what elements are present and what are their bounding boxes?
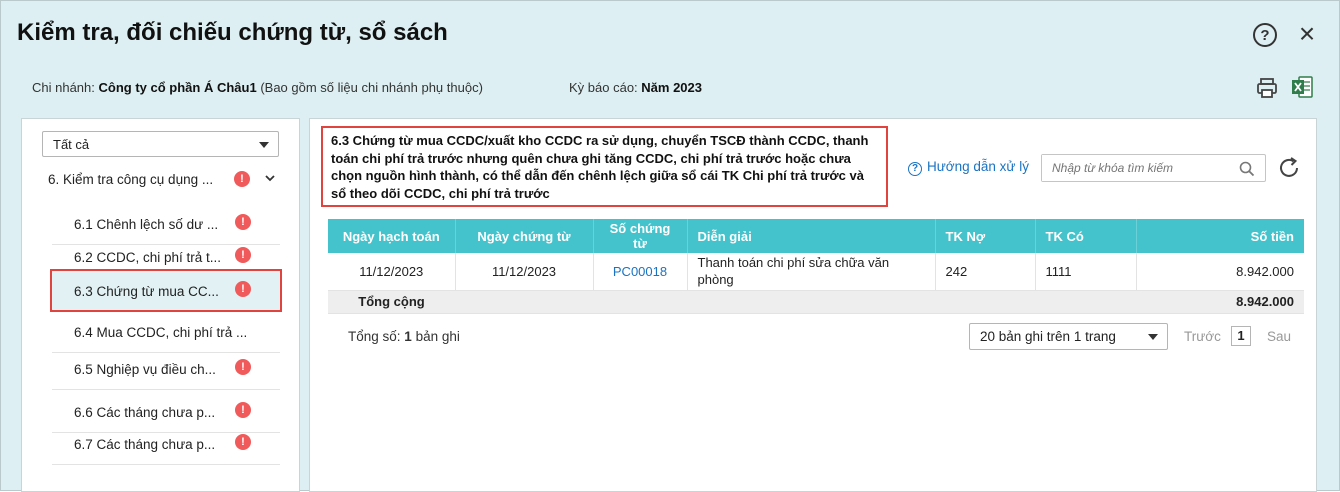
chevron-down-icon (1148, 334, 1158, 340)
main-panel: 6.3 Chứng từ mua CCDC/xuất kho CCDC ra s… (309, 118, 1317, 492)
sidebar-item-label: 6.7 Các tháng chưa p... (74, 437, 216, 452)
branch-info: Chi nhánh: Công ty cổ phần Á Châu1 (Bao … (32, 80, 483, 95)
sidebar-item-6-7[interactable]: 6.7 Các tháng chưa p... ! (52, 422, 280, 465)
table-header-row: Ngày hạch toán Ngày chứng từ Số chứng từ… (328, 219, 1304, 253)
branch-note: (Bao gồm số liệu chi nhánh phụ thuộc) (260, 80, 483, 95)
dialog-title: Kiểm tra, đối chiếu chứng từ, sổ sách (17, 19, 448, 46)
filter-select-value: Tất cả (53, 137, 90, 152)
prev-page-button[interactable]: Trước (1184, 329, 1221, 344)
cell-posting-date: 11/12/2023 (328, 253, 456, 291)
sidebar: Tất cả 6. Kiểm tra công cụ dụng ... ! 6.… (21, 118, 300, 492)
search-box[interactable] (1041, 154, 1266, 182)
cell-voucher-date: 11/12/2023 (455, 253, 594, 291)
sidebar-item-label: 6.2 CCDC, chi phí trả t... (74, 250, 222, 265)
guide-link[interactable]: ? Hướng dẫn xử lý (908, 159, 1029, 176)
guide-label: Hướng dẫn xử lý (927, 159, 1029, 174)
chevron-down-icon (259, 142, 269, 148)
total-value: 8.942.000 (1136, 290, 1304, 314)
sidebar-item-label: 6.4 Mua CCDC, chi phí trả ... (74, 325, 248, 340)
sidebar-item-label: 6.1 Chênh lệch số dư ... (74, 217, 219, 232)
record-count-label: Tổng số: (348, 329, 401, 344)
page-size-select[interactable]: 20 bản ghi trên 1 trang (969, 323, 1168, 350)
cell-debit-account: 242 (935, 253, 1036, 291)
record-count-unit: bản ghi (415, 329, 460, 344)
filter-select[interactable]: Tất cả (42, 131, 279, 157)
total-label: Tổng cộng (328, 290, 455, 314)
results-table: Ngày hạch toán Ngày chứng từ Số chứng từ… (328, 219, 1304, 314)
warning-icon: ! (235, 402, 251, 418)
refresh-icon[interactable] (1276, 155, 1302, 181)
sidebar-item-6-3[interactable]: 6.3 Chứng từ mua CC... ! (50, 269, 282, 312)
col-posting-date[interactable]: Ngày hạch toán (328, 219, 456, 253)
current-page[interactable]: 1 (1231, 326, 1251, 346)
record-count: Tổng số: 1 bản ghi (348, 329, 460, 344)
dialog-window: Kiểm tra, đối chiếu chứng từ, sổ sách ? … (0, 0, 1340, 492)
branch-value: Công ty cổ phần Á Châu1 (98, 80, 257, 95)
sidebar-group-tool-check[interactable]: 6. Kiểm tra công cụ dụng ... ! (48, 171, 288, 193)
sidebar-item-6-5[interactable]: 6.5 Nghiệp vụ điều ch... ! (52, 347, 280, 390)
warning-icon: ! (234, 171, 250, 187)
sidebar-item-label: 6.5 Nghiệp vụ điều ch... (74, 362, 216, 377)
total-row: Tổng cộng 8.942.000 (328, 290, 1304, 314)
warning-icon: ! (235, 214, 251, 230)
period-info: Kỳ báo cáo: Năm 2023 (569, 80, 702, 95)
col-voucher-date[interactable]: Ngày chứng từ (455, 219, 594, 253)
sidebar-item-label: 6.3 Chứng từ mua CC... (74, 284, 219, 299)
print-icon[interactable] (1256, 77, 1278, 99)
col-description[interactable]: Diễn giải (687, 219, 936, 253)
branch-label: Chi nhánh: (32, 80, 95, 95)
cell-credit-account: 1111 (1035, 253, 1137, 291)
page-size-value: 20 bản ghi trên 1 trang (980, 329, 1116, 344)
col-voucher-no[interactable]: Số chứng từ (593, 219, 688, 253)
cell-amount: 8.942.000 (1136, 253, 1304, 291)
sidebar-group-label: 6. Kiểm tra công cụ dụng ... (48, 172, 214, 187)
period-value: Năm 2023 (641, 80, 702, 95)
warning-icon: ! (235, 247, 251, 263)
voucher-link[interactable]: PC00018 (613, 264, 667, 279)
warning-icon: ! (235, 281, 251, 297)
record-count-value: 1 (404, 329, 412, 344)
sidebar-item-label: 6.6 Các tháng chưa p... (74, 405, 216, 420)
col-debit-account[interactable]: TK Nợ (935, 219, 1036, 253)
warning-icon: ! (235, 434, 251, 450)
col-credit-account[interactable]: TK Có (1035, 219, 1137, 253)
col-amount[interactable]: Số tiền (1136, 219, 1304, 253)
period-label: Kỳ báo cáo: (569, 80, 638, 95)
search-icon[interactable] (1239, 161, 1255, 177)
check-description: 6.3 Chứng từ mua CCDC/xuất kho CCDC ra s… (321, 126, 888, 207)
next-page-button[interactable]: Sau (1267, 329, 1291, 344)
chevron-down-icon[interactable] (263, 171, 277, 185)
search-input[interactable] (1042, 155, 1232, 181)
excel-export-icon[interactable] (1290, 75, 1314, 99)
question-circle-icon: ? (908, 162, 922, 176)
warning-icon: ! (235, 359, 251, 375)
help-button[interactable]: ? (1253, 23, 1277, 47)
table-row[interactable]: 11/12/2023 11/12/2023 PC00018 Thanh toán… (328, 253, 1304, 291)
close-button[interactable]: × (1293, 20, 1321, 49)
cell-description: Thanh toán chi phí sửa chữa văn phòng (687, 253, 936, 291)
